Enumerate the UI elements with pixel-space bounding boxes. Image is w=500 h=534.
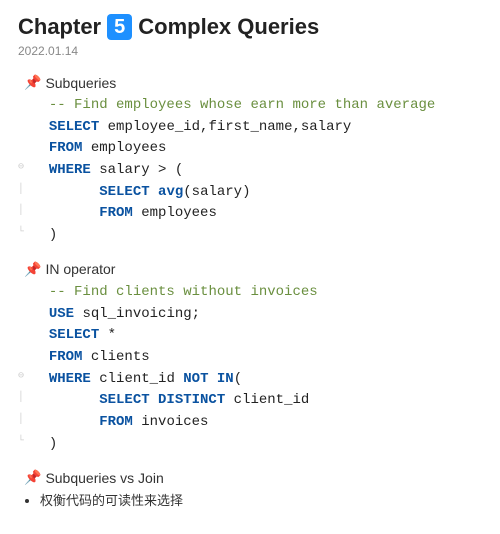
- chapter-number-badge: 5: [107, 14, 132, 40]
- code-block-subqueries: -- Find employees whose earn more than a…: [18, 95, 482, 247]
- page-title: Chapter 5 Complex Queries: [18, 14, 482, 40]
- bullet-list: 权衡代码的可读性来选择: [40, 490, 482, 509]
- list-item: 权衡代码的可读性来选择: [40, 490, 482, 509]
- section-title: Subqueries vs Join: [45, 470, 163, 486]
- title-suffix: Complex Queries: [138, 14, 319, 40]
- section-heading-subqueries: 📌 Subqueries: [24, 74, 482, 91]
- pin-icon: 📌: [24, 469, 41, 486]
- code-block-in-operator: -- Find clients without invoices USE sql…: [18, 282, 482, 456]
- pin-icon: 📌: [24, 261, 41, 278]
- section-title: Subqueries: [45, 75, 116, 91]
- date-label: 2022.01.14: [18, 44, 482, 58]
- section-heading-subqueries-vs-join: 📌 Subqueries vs Join: [24, 469, 482, 486]
- pin-icon: 📌: [24, 74, 41, 91]
- title-prefix: Chapter: [18, 14, 101, 40]
- section-title: IN operator: [45, 261, 115, 277]
- section-heading-in-operator: 📌 IN operator: [24, 261, 482, 278]
